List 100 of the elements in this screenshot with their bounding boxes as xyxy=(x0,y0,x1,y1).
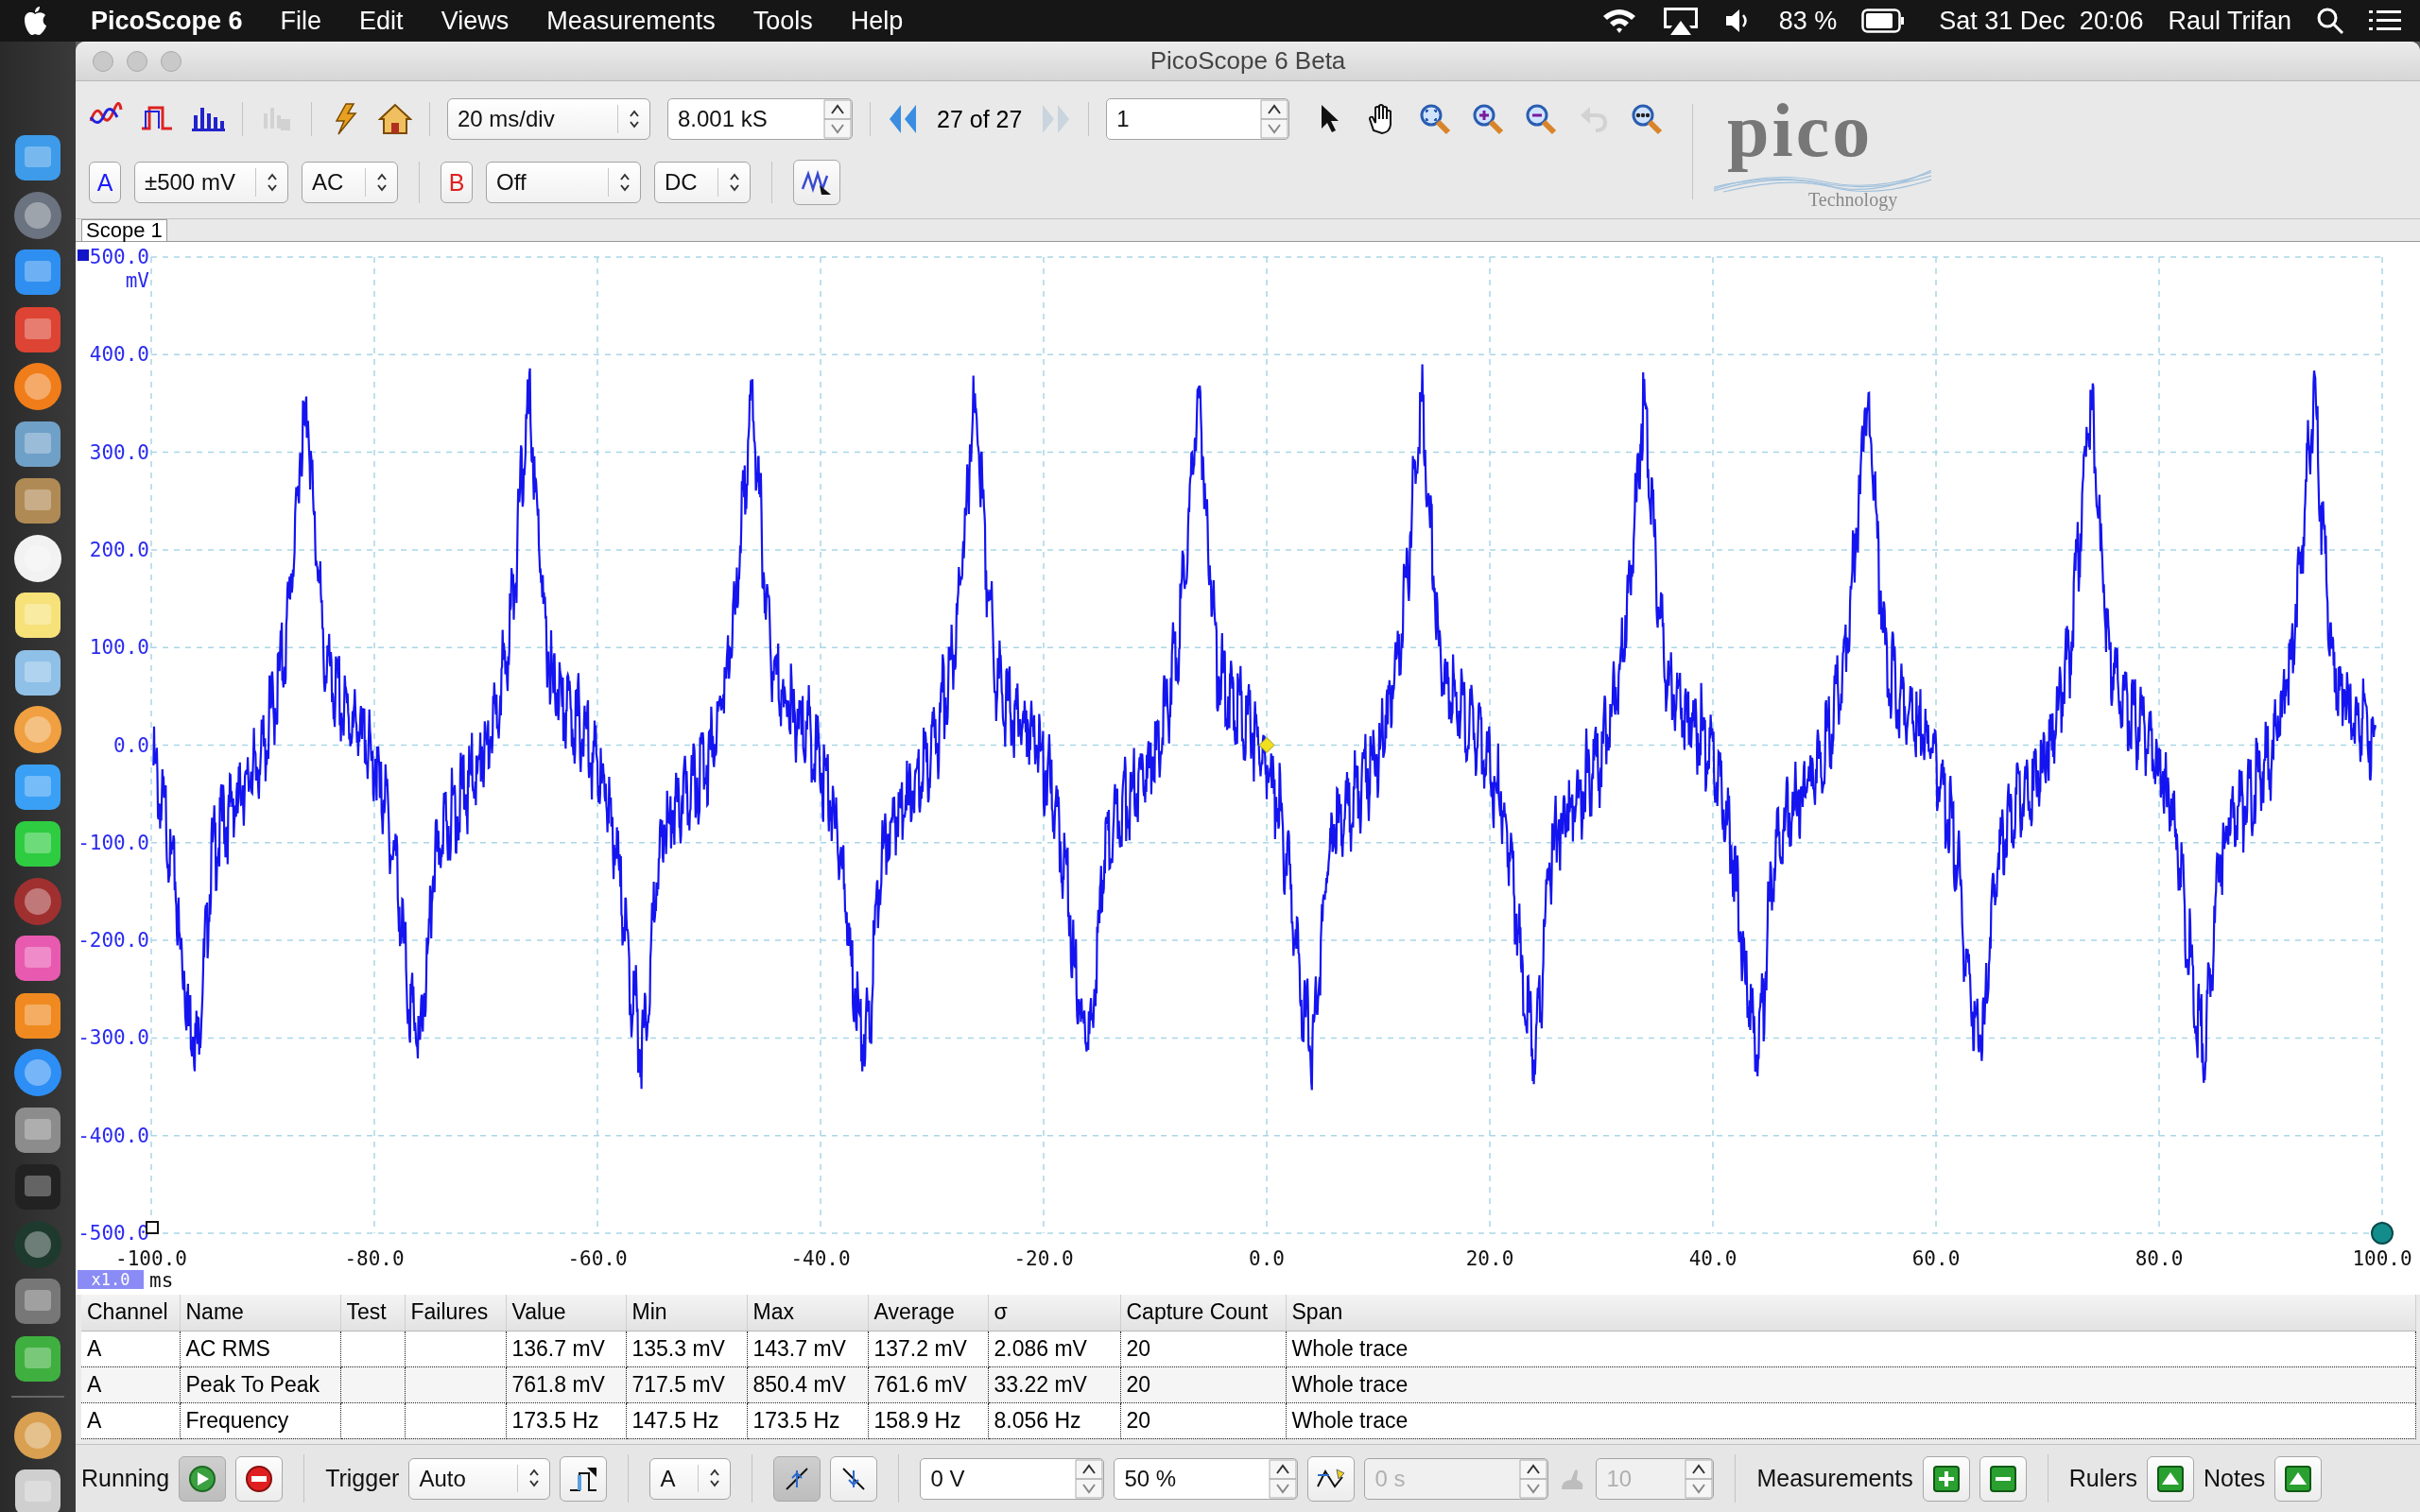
chevron-icon xyxy=(265,171,279,194)
home-icon[interactable] xyxy=(378,102,412,136)
column-header[interactable]: Average xyxy=(868,1295,988,1331)
remove-measurement-button[interactable] xyxy=(1979,1455,2027,1502)
user-name[interactable]: Raul Trifan xyxy=(2168,6,2291,36)
logo-wordmark: pico xyxy=(1727,91,1874,170)
app-icon[interactable] xyxy=(12,361,63,412)
app-icon[interactable] xyxy=(12,933,63,984)
column-header[interactable]: Value xyxy=(506,1295,626,1331)
rulers-button[interactable] xyxy=(2147,1455,2194,1502)
app-icon[interactable] xyxy=(12,1276,63,1327)
menu-item[interactable]: Measurements xyxy=(546,6,716,36)
search-icon[interactable] xyxy=(2316,7,2344,35)
window-title: PicoScope 6 Beta xyxy=(1150,46,1346,75)
zoom-out-icon[interactable] xyxy=(1524,102,1559,136)
trigger-label: Trigger xyxy=(325,1465,400,1492)
airplay-icon[interactable] xyxy=(1661,6,1700,36)
notes-label: Notes xyxy=(2204,1465,2266,1492)
app-icon[interactable] xyxy=(12,132,63,183)
menu-icon[interactable] xyxy=(2369,9,2401,33)
app-icon[interactable] xyxy=(12,189,63,241)
measurements-label: Measurements xyxy=(1756,1465,1913,1492)
table-cell: AC RMS xyxy=(180,1331,340,1366)
axis-label: 60.0 xyxy=(1911,1247,1961,1270)
range-select[interactable]: ±500 mV xyxy=(134,162,288,203)
trigger-mode-select[interactable]: Auto xyxy=(408,1457,551,1500)
menu-item[interactable]: Tools xyxy=(752,6,813,36)
table-cell: 158.9 Hz xyxy=(868,1402,988,1438)
coupling-select[interactable]: AC xyxy=(302,162,398,203)
trigger-type-button[interactable] xyxy=(560,1455,608,1502)
magnifier-icon[interactable] xyxy=(1418,102,1453,136)
table-cell: 20 xyxy=(1120,1331,1286,1366)
axis-label: -60.0 xyxy=(567,1247,628,1270)
coupling-select[interactable]: DC xyxy=(654,162,751,203)
column-header[interactable]: Failures xyxy=(405,1295,506,1331)
channel-button[interactable]: B xyxy=(441,162,473,203)
table-cell: 135.3 mV xyxy=(626,1331,747,1366)
zoom-badge: x1.0 xyxy=(78,1270,144,1289)
samples-field[interactable]: 8.001 kS xyxy=(667,98,853,140)
axis-label: 200.0 xyxy=(89,538,149,561)
menu-item[interactable]: Help xyxy=(850,6,904,36)
menu-item[interactable]: Views xyxy=(441,6,510,36)
table-cell: Whole trace xyxy=(1286,1331,2416,1366)
channel-button[interactable]: A xyxy=(89,162,121,203)
run-button[interactable] xyxy=(179,1455,227,1502)
chevron-icon xyxy=(727,171,741,194)
column-header[interactable]: σ xyxy=(988,1295,1120,1331)
edge-button[interactable] xyxy=(830,1455,878,1502)
stop-button[interactable] xyxy=(235,1455,284,1502)
stepper-icon xyxy=(1269,1458,1298,1499)
column-header[interactable]: Span xyxy=(1286,1295,2416,1331)
scope-tab[interactable]: Scope 1 xyxy=(81,219,167,241)
table-cell: 136.7 mV xyxy=(506,1331,626,1366)
table-cell: 20 xyxy=(1120,1366,1286,1402)
table-cell: 761.6 mV xyxy=(868,1366,988,1402)
app-menu[interactable]: PicoScope 6 xyxy=(91,6,243,36)
column-header[interactable]: Name xyxy=(180,1295,340,1331)
column-header[interactable]: Min xyxy=(626,1295,747,1331)
trigger-marker-icon[interactable] xyxy=(1258,737,1275,753)
notes-button[interactable] xyxy=(2274,1455,2323,1502)
table-cell: 2.086 mV xyxy=(988,1331,1120,1366)
capture-field[interactable]: 1 xyxy=(1106,98,1290,140)
timebase-select[interactable]: 20 ms/div xyxy=(447,98,650,140)
app-icon[interactable] xyxy=(12,247,63,298)
app-icon[interactable] xyxy=(12,704,63,755)
table-cell: Whole trace xyxy=(1286,1402,2416,1438)
table-cell: 850.4 mV xyxy=(747,1366,868,1402)
handle-icon[interactable] xyxy=(2371,1222,2394,1245)
stepper-icon xyxy=(1519,1458,1548,1499)
column-header[interactable]: Channel xyxy=(81,1295,180,1331)
column-header[interactable]: Max xyxy=(747,1295,868,1331)
app-icon[interactable] xyxy=(12,1467,63,1512)
axis-label: -100.0 xyxy=(115,1247,187,1270)
advanced-trigger-button[interactable] xyxy=(1307,1455,1356,1502)
app-icon[interactable] xyxy=(12,818,63,869)
app-icon[interactable] xyxy=(12,1047,63,1098)
status-label: Running xyxy=(81,1465,170,1492)
column-header[interactable]: Capture Count xyxy=(1120,1295,1286,1331)
menu-item[interactable]: Edit xyxy=(359,6,404,36)
zoom-100-icon[interactable] xyxy=(1630,102,1665,136)
pretrigger-field[interactable]: 50 % xyxy=(1114,1457,1299,1500)
menu-item[interactable]: File xyxy=(280,6,322,36)
channel-options-button[interactable] xyxy=(793,160,840,205)
edge-button[interactable] xyxy=(773,1455,821,1502)
menu-clock[interactable]: Sat 31 Dec 20:06 xyxy=(1939,6,2144,36)
threshold-field[interactable]: 0 V xyxy=(920,1457,1105,1500)
zoom-in-icon[interactable] xyxy=(1471,102,1506,136)
column-header[interactable]: Test xyxy=(340,1295,405,1331)
apple-icon[interactable] xyxy=(23,6,47,36)
table-cell: 137.2 mV xyxy=(868,1331,988,1366)
app-icon[interactable] xyxy=(12,532,63,584)
app-icon[interactable] xyxy=(12,1409,63,1461)
battery-icon[interactable] xyxy=(1861,9,1906,33)
range-select[interactable]: Off xyxy=(486,162,641,203)
app-icon[interactable] xyxy=(12,590,63,641)
trigger-channel-select[interactable]: A xyxy=(649,1457,732,1500)
app-icon[interactable] xyxy=(12,475,63,526)
chevron-icon xyxy=(374,171,389,194)
add-measurement-button[interactable] xyxy=(1922,1455,1970,1502)
table-cell: A xyxy=(81,1402,180,1438)
